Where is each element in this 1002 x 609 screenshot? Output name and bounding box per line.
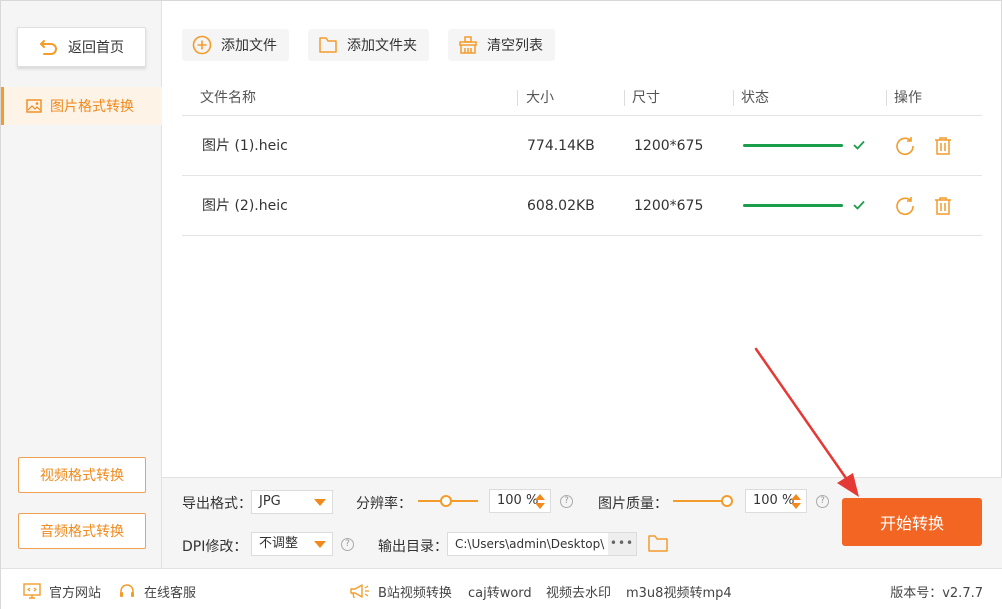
clear-list-label: 清空列表 (487, 38, 543, 54)
megaphone-icon (350, 584, 369, 599)
remove-watermark-link[interactable]: 视频去水印 (546, 582, 612, 601)
link-label: m3u8视频转mp4 (626, 585, 732, 601)
website-label: 官方网站 (49, 585, 102, 601)
col-header-status: 状态 (741, 90, 769, 106)
plus-circle-icon (192, 35, 212, 55)
file-dimensions: 1200*675 (634, 138, 704, 154)
column-divider (517, 90, 518, 106)
dpi-value: 不调整 (259, 536, 299, 551)
refresh-icon[interactable] (894, 195, 916, 217)
help-icon[interactable]: ? (560, 495, 573, 508)
link-label: caj转word (468, 585, 532, 601)
add-folder-button[interactable]: 添加文件夹 (308, 29, 429, 61)
progress-bar (743, 144, 843, 147)
help-icon[interactable]: ? (816, 495, 829, 508)
col-header-name: 文件名称 (200, 90, 256, 106)
link-label: B站视频转换 (378, 585, 452, 601)
headset-icon (120, 584, 134, 597)
check-icon (853, 200, 865, 210)
stepper-up-icon[interactable] (535, 494, 545, 500)
video-convert-button[interactable]: 视频格式转换 (18, 457, 146, 493)
resolution-label: 分辨率： (356, 496, 412, 512)
slider-handle[interactable] (440, 495, 452, 507)
table-header: 文件名称 大小 尺寸 状态 操作 (182, 80, 982, 116)
back-arrow-icon (40, 40, 57, 55)
back-home-label: 返回首页 (68, 40, 124, 56)
col-header-dimensions: 尺寸 (632, 90, 660, 106)
start-convert-button[interactable]: 开始转换 (842, 498, 982, 546)
column-divider (624, 90, 625, 106)
open-folder-icon[interactable] (648, 534, 668, 552)
progress-bar (743, 204, 843, 207)
format-label: 导出格式： (182, 496, 252, 512)
resolution-stepper[interactable]: 100 % (489, 489, 551, 513)
footer-bar: 官方网站 在线客服 B站视频转换 caj转word 视频去水印 m3u8视频转m… (1, 568, 1002, 609)
sidebar: 返回首页 图片格式转换 视频格式转换 音频格式转换 (1, 1, 162, 568)
image-icon (26, 99, 42, 113)
add-file-label: 添加文件 (221, 38, 277, 54)
file-dimensions: 1200*675 (634, 198, 704, 214)
sidebar-item-image-convert[interactable]: 图片格式转换 (1, 87, 162, 125)
quality-stepper[interactable]: 100 % (745, 489, 807, 513)
chevron-down-icon (314, 499, 326, 506)
stepper-down-icon[interactable] (535, 503, 545, 509)
quality-value: 100 % (753, 493, 795, 508)
trash-icon[interactable] (932, 135, 954, 157)
online-support-link[interactable]: 在线客服 (118, 582, 197, 601)
format-value: JPG (259, 494, 281, 509)
help-icon[interactable]: ? (341, 538, 354, 551)
table-row: 图片 (1).heic 774.14KB 1200*675 (182, 116, 982, 176)
slider-track (673, 500, 728, 502)
official-website-link[interactable]: 官方网站 (23, 582, 102, 601)
file-table: 文件名称 大小 尺寸 状态 操作 图片 (1).heic 774.14KB 12… (182, 80, 982, 236)
broom-icon (459, 36, 477, 54)
add-folder-label: 添加文件夹 (347, 38, 417, 54)
trash-icon[interactable] (932, 195, 954, 217)
file-size: 774.14KB (527, 138, 595, 154)
support-label: 在线客服 (144, 585, 197, 601)
file-name: 图片 (1).heic (202, 138, 288, 154)
slider-handle[interactable] (721, 495, 733, 507)
back-home-button[interactable]: 返回首页 (17, 27, 146, 67)
output-dir-label: 输出目录： (378, 539, 448, 555)
add-file-button[interactable]: 添加文件 (182, 29, 289, 61)
monitor-icon (23, 583, 41, 599)
sidebar-item-label: 图片格式转换 (50, 99, 134, 115)
settings-panel: 导出格式： JPG 分辨率： 100 % ? 图片质量： 100 % ? DPI… (162, 477, 1002, 568)
caj-to-word-link[interactable]: caj转word (468, 582, 532, 601)
link-label: 视频去水印 (546, 585, 612, 601)
resolution-value: 100 % (497, 493, 539, 508)
chevron-down-icon (314, 541, 326, 548)
dpi-label: DPI修改： (182, 539, 248, 555)
file-size: 608.02KB (527, 198, 595, 214)
check-icon (853, 140, 865, 150)
output-path-value: C:\Users\admin\Desktop\ (455, 537, 605, 551)
refresh-icon[interactable] (894, 135, 916, 157)
audio-convert-button[interactable]: 音频格式转换 (18, 513, 146, 549)
app-window: 返回首页 图片格式转换 视频格式转换 音频格式转换 添加文件 添加文件夹 清空列… (0, 0, 1002, 609)
stepper-down-icon[interactable] (791, 503, 801, 509)
table-row: 图片 (2).heic 608.02KB 1200*675 (182, 176, 982, 236)
quality-label: 图片质量： (598, 496, 668, 512)
folder-icon (319, 37, 337, 53)
browse-button[interactable]: ••• (608, 533, 636, 555)
bilibili-link[interactable]: B站视频转换 (348, 582, 452, 601)
dpi-select[interactable]: 不调整 (251, 532, 333, 556)
version-label: 版本号：v2.7.7 (890, 586, 983, 601)
format-select[interactable]: JPG (251, 490, 333, 514)
quality-slider[interactable] (673, 495, 733, 507)
column-divider (886, 90, 887, 106)
m3u8-to-mp4-link[interactable]: m3u8视频转mp4 (626, 582, 732, 601)
stepper-up-icon[interactable] (791, 494, 801, 500)
clear-list-button[interactable]: 清空列表 (448, 29, 555, 61)
column-divider (733, 90, 734, 106)
file-name: 图片 (2).heic (202, 198, 288, 214)
col-header-actions: 操作 (894, 90, 922, 106)
resolution-slider[interactable] (418, 495, 478, 507)
col-header-size: 大小 (526, 90, 554, 106)
